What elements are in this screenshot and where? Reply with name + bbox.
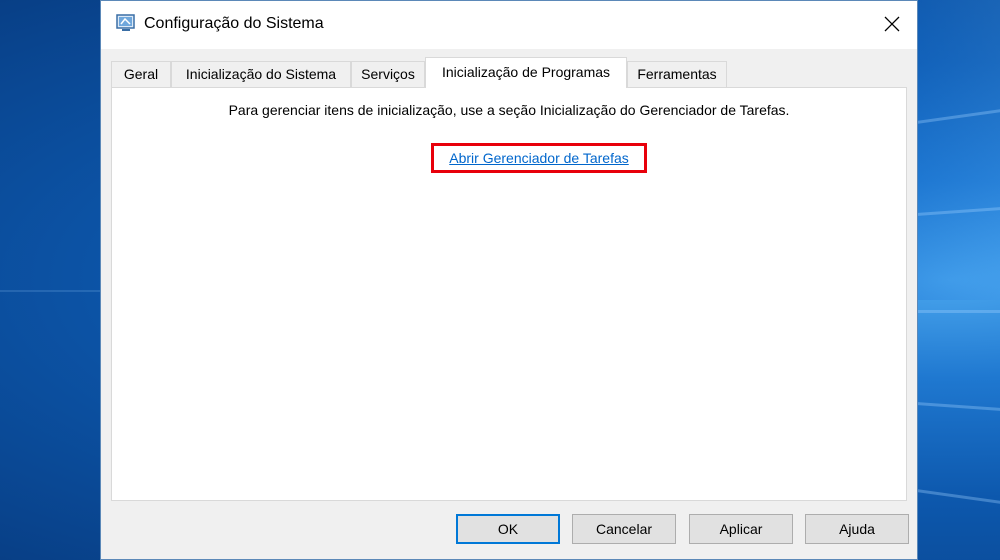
cancel-button[interactable]: Cancelar <box>572 514 676 544</box>
light-beam <box>918 489 1000 504</box>
tab-inicializacao-de-programas[interactable]: Inicialização de Programas <box>425 57 627 88</box>
tab-servicos[interactable]: Serviços <box>351 61 425 87</box>
help-button[interactable]: Ajuda <box>805 514 909 544</box>
tab-ferramentas[interactable]: Ferramentas <box>627 61 727 87</box>
light-beam <box>918 310 1000 313</box>
system-configuration-dialog: Configuração do Sistema Geral Inicializa… <box>100 0 918 560</box>
tab-inicializacao-do-sistema[interactable]: Inicialização do Sistema <box>171 61 351 87</box>
close-icon[interactable] <box>877 9 907 39</box>
tab-geral[interactable]: Geral <box>111 61 171 87</box>
ok-button[interactable]: OK <box>456 514 560 544</box>
open-task-manager-link[interactable]: Abrir Gerenciador de Tarefas <box>434 150 644 166</box>
system-config-icon <box>116 13 136 33</box>
startup-info-text: Para gerenciar itens de inicialização, u… <box>228 102 790 118</box>
light-beam <box>918 402 1000 411</box>
highlight-box: Abrir Gerenciador de Tarefas <box>431 143 647 173</box>
title-bar: Configuração do Sistema <box>101 1 917 49</box>
window-title: Configuração do Sistema <box>144 15 324 32</box>
windows-logo-pane <box>918 0 1000 300</box>
apply-button[interactable]: Aplicar <box>689 514 793 544</box>
light-beam <box>0 290 100 292</box>
startup-panel: Para gerenciar itens de inicialização, u… <box>111 87 907 501</box>
